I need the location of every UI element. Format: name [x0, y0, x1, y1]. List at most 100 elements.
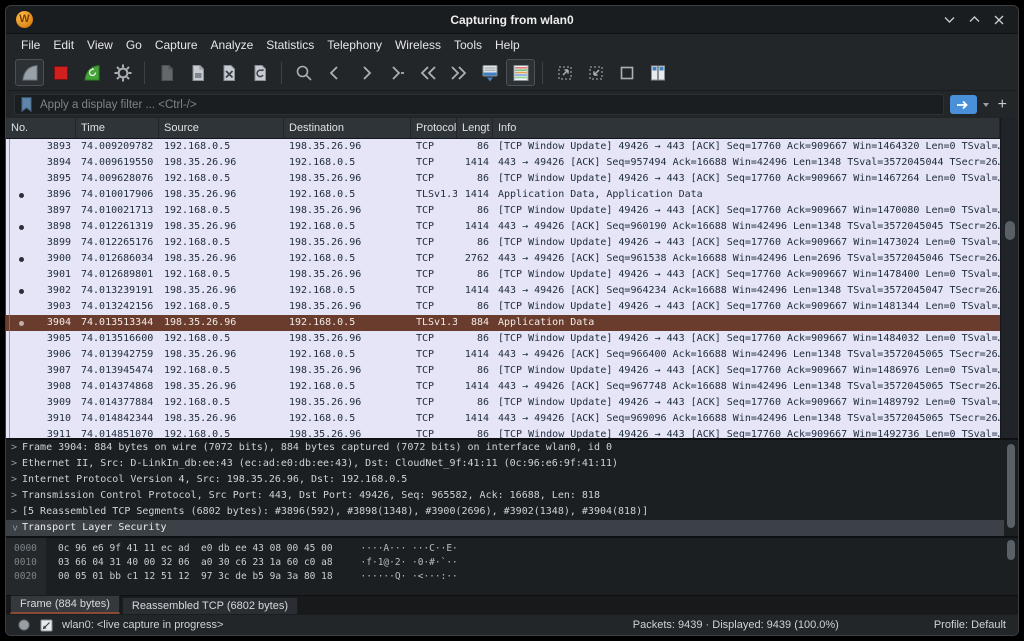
packet-row[interactable]: 3905 74.013516600 192.168.0.5 198.35.26.96 T… — [6, 331, 1000, 347]
minimize-button[interactable] — [940, 11, 958, 29]
column-header-protocol[interactable]: Protocol — [411, 118, 457, 138]
close-button[interactable] — [990, 11, 1008, 29]
cell-len: 2762 — [464, 253, 489, 264]
packet-row[interactable]: 3895 74.009628076 192.168.0.5 198.35.26.96 T… — [6, 171, 1000, 187]
auto-scroll-toggle-button[interactable] — [475, 59, 504, 86]
packet-row[interactable]: 3910 74.014842344 198.35.26.96 192.168.0.5 T… — [6, 411, 1000, 427]
restart-capture-button[interactable] — [77, 59, 106, 86]
menu-file[interactable]: File — [16, 36, 45, 54]
capture-options-button[interactable] — [108, 59, 137, 86]
detail-line[interactable]: > Transport Layer Security — [6, 520, 1004, 536]
cell-time: 74.009628076 — [81, 173, 154, 184]
menu-help[interactable]: Help — [490, 36, 525, 54]
menu-capture[interactable]: Capture — [150, 36, 203, 54]
column-header-destination[interactable]: Destination — [284, 118, 411, 138]
column-header-time[interactable]: Time — [76, 118, 159, 138]
expander-icon[interactable]: > — [6, 472, 22, 488]
byte-tab[interactable]: Reassembled TCP (6802 bytes) — [121, 597, 298, 614]
column-header-no[interactable]: No. — [6, 118, 76, 138]
hex-row[interactable]: 0020 00 05 01 bb c1 12 51 12 97 3c de b5 … — [6, 570, 1004, 584]
filter-dropdown-caret-icon[interactable] — [982, 102, 989, 107]
menu-edit[interactable]: Edit — [48, 36, 79, 54]
packet-row[interactable]: 3908 74.014374868 198.35.26.96 192.168.0.5 T… — [6, 379, 1000, 395]
go-back-button[interactable] — [320, 59, 349, 86]
close-capture-file-button[interactable] — [214, 59, 243, 86]
capture-comment-icon[interactable] — [40, 619, 53, 632]
packet-row[interactable]: 3911 74.014851070 192.168.0.5 198.35.26.96 T… — [6, 427, 1000, 438]
packet-row[interactable]: 3898 74.012261319 198.35.26.96 192.168.0.5 T… — [6, 219, 1000, 235]
go-first-packet-button[interactable] — [413, 59, 442, 86]
packet-row[interactable]: 3902 74.013239191 198.35.26.96 192.168.0.5 T… — [6, 283, 1000, 299]
detail-line[interactable]: > Internet Protocol Version 4, Src: 198.3… — [6, 472, 1004, 488]
close-file-icon — [223, 64, 235, 81]
packet-list-scrollbar[interactable] — [1000, 118, 1018, 438]
start-capture-button[interactable] — [15, 59, 44, 86]
detail-line[interactable]: > Ethernet II, Src: D-LinkIn_db:ee:43 (ec… — [6, 456, 1004, 472]
packet-row[interactable]: 3896 74.010017906 198.35.26.96 192.168.0.5 T… — [6, 187, 1000, 203]
colorize-packets-button[interactable] — [506, 59, 535, 86]
cell-no: 3898 — [46, 221, 71, 232]
profile-text[interactable]: Profile: Default — [934, 619, 1006, 631]
go-last-packet-button[interactable] — [444, 59, 473, 86]
resize-columns-button[interactable] — [643, 59, 672, 86]
expander-icon[interactable]: > — [6, 520, 22, 536]
go-forward-button[interactable] — [351, 59, 380, 86]
apply-filter-button[interactable] — [949, 95, 977, 114]
cell-len: 86 — [476, 333, 489, 344]
detail-line[interactable]: > Transmission Control Protocol, Src Port… — [6, 488, 1004, 504]
add-filter-button[interactable]: + — [995, 96, 1010, 113]
zoom-out-button[interactable] — [581, 59, 610, 86]
column-header-info[interactable]: Info — [493, 118, 1000, 138]
byte-tab[interactable]: Frame (884 bytes) — [10, 595, 120, 614]
save-capture-file-button[interactable] — [183, 59, 212, 86]
expander-icon[interactable]: > — [6, 504, 22, 520]
cell-len: 1414 — [464, 189, 489, 200]
cell-time: 74.014842344 — [81, 413, 154, 424]
hex-row[interactable]: 0010 03 66 04 31 40 00 32 06 a0 30 c6 23 … — [6, 556, 1004, 570]
find-packet-button[interactable] — [289, 59, 318, 86]
details-scrollbar[interactable] — [1004, 440, 1018, 536]
menu-statistics[interactable]: Statistics — [261, 36, 319, 54]
menu-telephony[interactable]: Telephony — [322, 36, 387, 54]
scrollbar-thumb[interactable] — [1007, 540, 1015, 560]
menu-go[interactable]: Go — [121, 36, 147, 54]
packet-row[interactable]: 3894 74.009619550 198.35.26.96 192.168.0.5 T… — [6, 155, 1000, 171]
bytes-scrollbar[interactable] — [1004, 538, 1018, 595]
packet-row[interactable]: 3907 74.013945474 192.168.0.5 198.35.26.96 T… — [6, 363, 1000, 379]
zoom-original-button[interactable] — [612, 59, 641, 86]
packet-row[interactable]: 3893 74.009209782 192.168.0.5 198.35.26.96 T… — [6, 139, 1000, 155]
scrollbar-thumb[interactable] — [1007, 444, 1015, 528]
go-to-packet-button[interactable] — [382, 59, 411, 86]
column-header-length[interactable]: Lengt — [457, 118, 493, 138]
reload-capture-file-button[interactable] — [245, 59, 274, 86]
open-capture-file-button[interactable] — [152, 59, 181, 86]
packet-row[interactable]: 3906 74.013942759 198.35.26.96 192.168.0.5 T… — [6, 347, 1000, 363]
hex-row[interactable]: 0000 0c 96 e6 9f 41 11 ec ad e0 db ee 43 … — [6, 542, 1004, 556]
packet-row[interactable]: 3900 74.012686034 198.35.26.96 192.168.0.5 T… — [6, 251, 1000, 267]
display-filter-input[interactable]: Apply a display filter ... <Ctrl-/> — [14, 94, 944, 115]
packet-row[interactable]: 3909 74.014377884 192.168.0.5 198.35.26.96 T… — [6, 395, 1000, 411]
stop-capture-button[interactable] — [46, 59, 75, 86]
packet-row[interactable]: 3904 74.013513344 198.35.26.96 192.168.0.5 T… — [6, 315, 1000, 331]
menu-view[interactable]: View — [82, 36, 118, 54]
menu-analyze[interactable]: Analyze — [206, 36, 259, 54]
column-header-source[interactable]: Source — [159, 118, 284, 138]
expert-info-icon[interactable] — [18, 619, 30, 631]
expander-icon[interactable]: > — [6, 440, 22, 456]
expander-icon[interactable]: > — [6, 456, 22, 472]
expander-icon[interactable]: > — [6, 488, 22, 504]
cell-no: 3894 — [46, 157, 71, 168]
scrollbar-thumb[interactable] — [1005, 221, 1015, 240]
packet-row[interactable]: 3901 74.012689801 192.168.0.5 198.35.26.96 T… — [6, 267, 1000, 283]
zoom-in-button[interactable] — [550, 59, 579, 86]
menu-tools[interactable]: Tools — [449, 36, 487, 54]
cell-no: 3909 — [46, 397, 71, 408]
packet-row[interactable]: 3899 74.012265176 192.168.0.5 198.35.26.96 T… — [6, 235, 1000, 251]
detail-line[interactable]: > [5 Reassembled TCP Segments (6802 bytes… — [6, 504, 1004, 520]
packet-row[interactable]: 3897 74.010021713 192.168.0.5 198.35.26.96 T… — [6, 203, 1000, 219]
menu-wireless[interactable]: Wireless — [390, 36, 446, 54]
detail-line[interactable]: > Frame 3904: 884 bytes on wire (7072 bit… — [6, 440, 1004, 456]
packet-row[interactable]: 3903 74.013242156 192.168.0.5 198.35.26.96 T… — [6, 299, 1000, 315]
maximize-button[interactable] — [965, 11, 983, 29]
cell-src: 198.35.26.96 — [164, 221, 237, 232]
